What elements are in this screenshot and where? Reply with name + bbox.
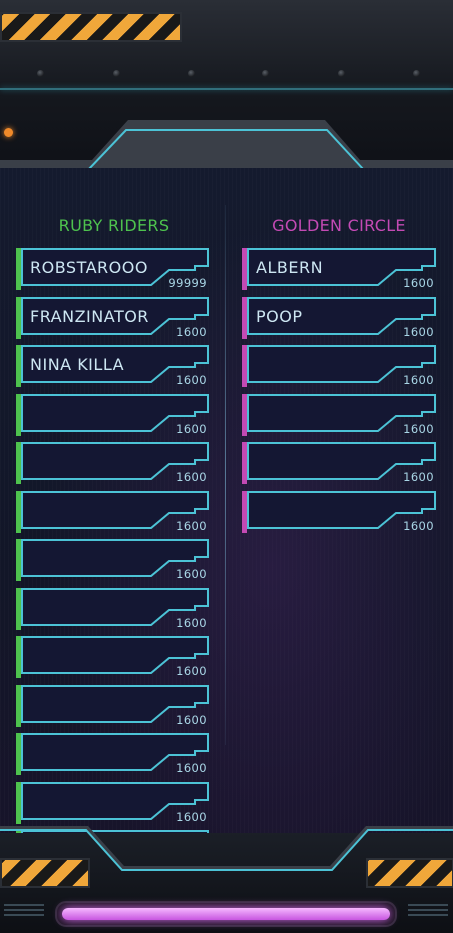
player-slot[interactable]: 1600: [16, 684, 209, 727]
player-score: 1600: [176, 809, 207, 824]
vent-lines-right: [408, 904, 448, 918]
hazard-stripe-bottom-left: [0, 858, 90, 888]
progress-meter-fill: [62, 908, 390, 920]
rivet: [188, 70, 195, 77]
player-slot[interactable]: 1600: [16, 393, 209, 436]
player-score: 1600: [403, 324, 434, 339]
player-score: 1600: [176, 567, 207, 581]
header-bevel: [0, 120, 453, 172]
player-score: 1600: [176, 421, 207, 436]
player-score: 1600: [403, 518, 434, 533]
player-score: 1600: [176, 324, 207, 339]
player-slot[interactable]: 1600: [16, 490, 209, 533]
player-score: 99999: [168, 276, 207, 290]
player-score: 1600: [176, 664, 207, 678]
player-name: FRANZINATOR: [30, 306, 149, 326]
player-score: 1600: [176, 761, 207, 775]
player-slot[interactable]: FRANZINATOR 1600: [16, 296, 209, 339]
rivet: [262, 70, 269, 77]
player-slot[interactable]: ALBERN 1600: [242, 248, 436, 290]
player-slot[interactable]: 1600: [16, 781, 209, 824]
rivet: [338, 70, 345, 77]
player-slot[interactable]: 1600: [242, 442, 436, 484]
player-score: 1600: [403, 276, 434, 290]
team-title-right: GOLDEN CIRCLE: [272, 216, 406, 235]
player-slot[interactable]: 1600: [16, 442, 209, 484]
player-slot[interactable]: 1600: [242, 490, 436, 533]
player-score: 1600: [176, 712, 207, 727]
player-score: 1600: [176, 470, 207, 484]
rivet: [113, 70, 120, 77]
player-slot[interactable]: 1600: [16, 539, 209, 581]
player-score: 1600: [403, 421, 434, 436]
player-slot[interactable]: POOP 1600: [242, 296, 436, 339]
player-score: 1600: [176, 373, 207, 387]
vent-lines-left: [4, 904, 44, 918]
player-score: 1600: [403, 373, 434, 387]
team-title-left: RUBY RIDERS: [58, 216, 170, 235]
rivet: [413, 70, 420, 77]
progress-meter: [55, 901, 397, 927]
player-score: 1600: [176, 615, 207, 630]
header-glow-line: [0, 88, 453, 90]
player-slot[interactable]: 1600: [16, 733, 209, 775]
player-score: 1600: [403, 470, 434, 484]
team-divider: [225, 205, 226, 745]
player-name: ALBERN: [256, 258, 324, 277]
hazard-stripe-bottom-right: [366, 858, 453, 888]
player-name: ROBSTAROOO: [30, 258, 148, 277]
player-slot[interactable]: 1600: [16, 636, 209, 678]
hazard-stripe-top: [0, 12, 182, 42]
player-slot[interactable]: 1600: [16, 587, 209, 630]
player-slot[interactable]: 1600: [242, 393, 436, 436]
player-slot[interactable]: ROBSTAROOO 99999: [16, 248, 209, 290]
player-score: 1600: [176, 518, 207, 533]
player-slot[interactable]: 1600: [242, 345, 436, 387]
player-name: POOP: [256, 306, 303, 326]
lobby-screen: RUBY RIDERS GOLDEN CIRCLE ROBSTAROOO 9999…: [0, 0, 453, 933]
player-name: NINA KILLA: [30, 355, 125, 374]
rivet: [37, 70, 44, 77]
player-slot[interactable]: NINA KILLA 1600: [16, 345, 209, 387]
